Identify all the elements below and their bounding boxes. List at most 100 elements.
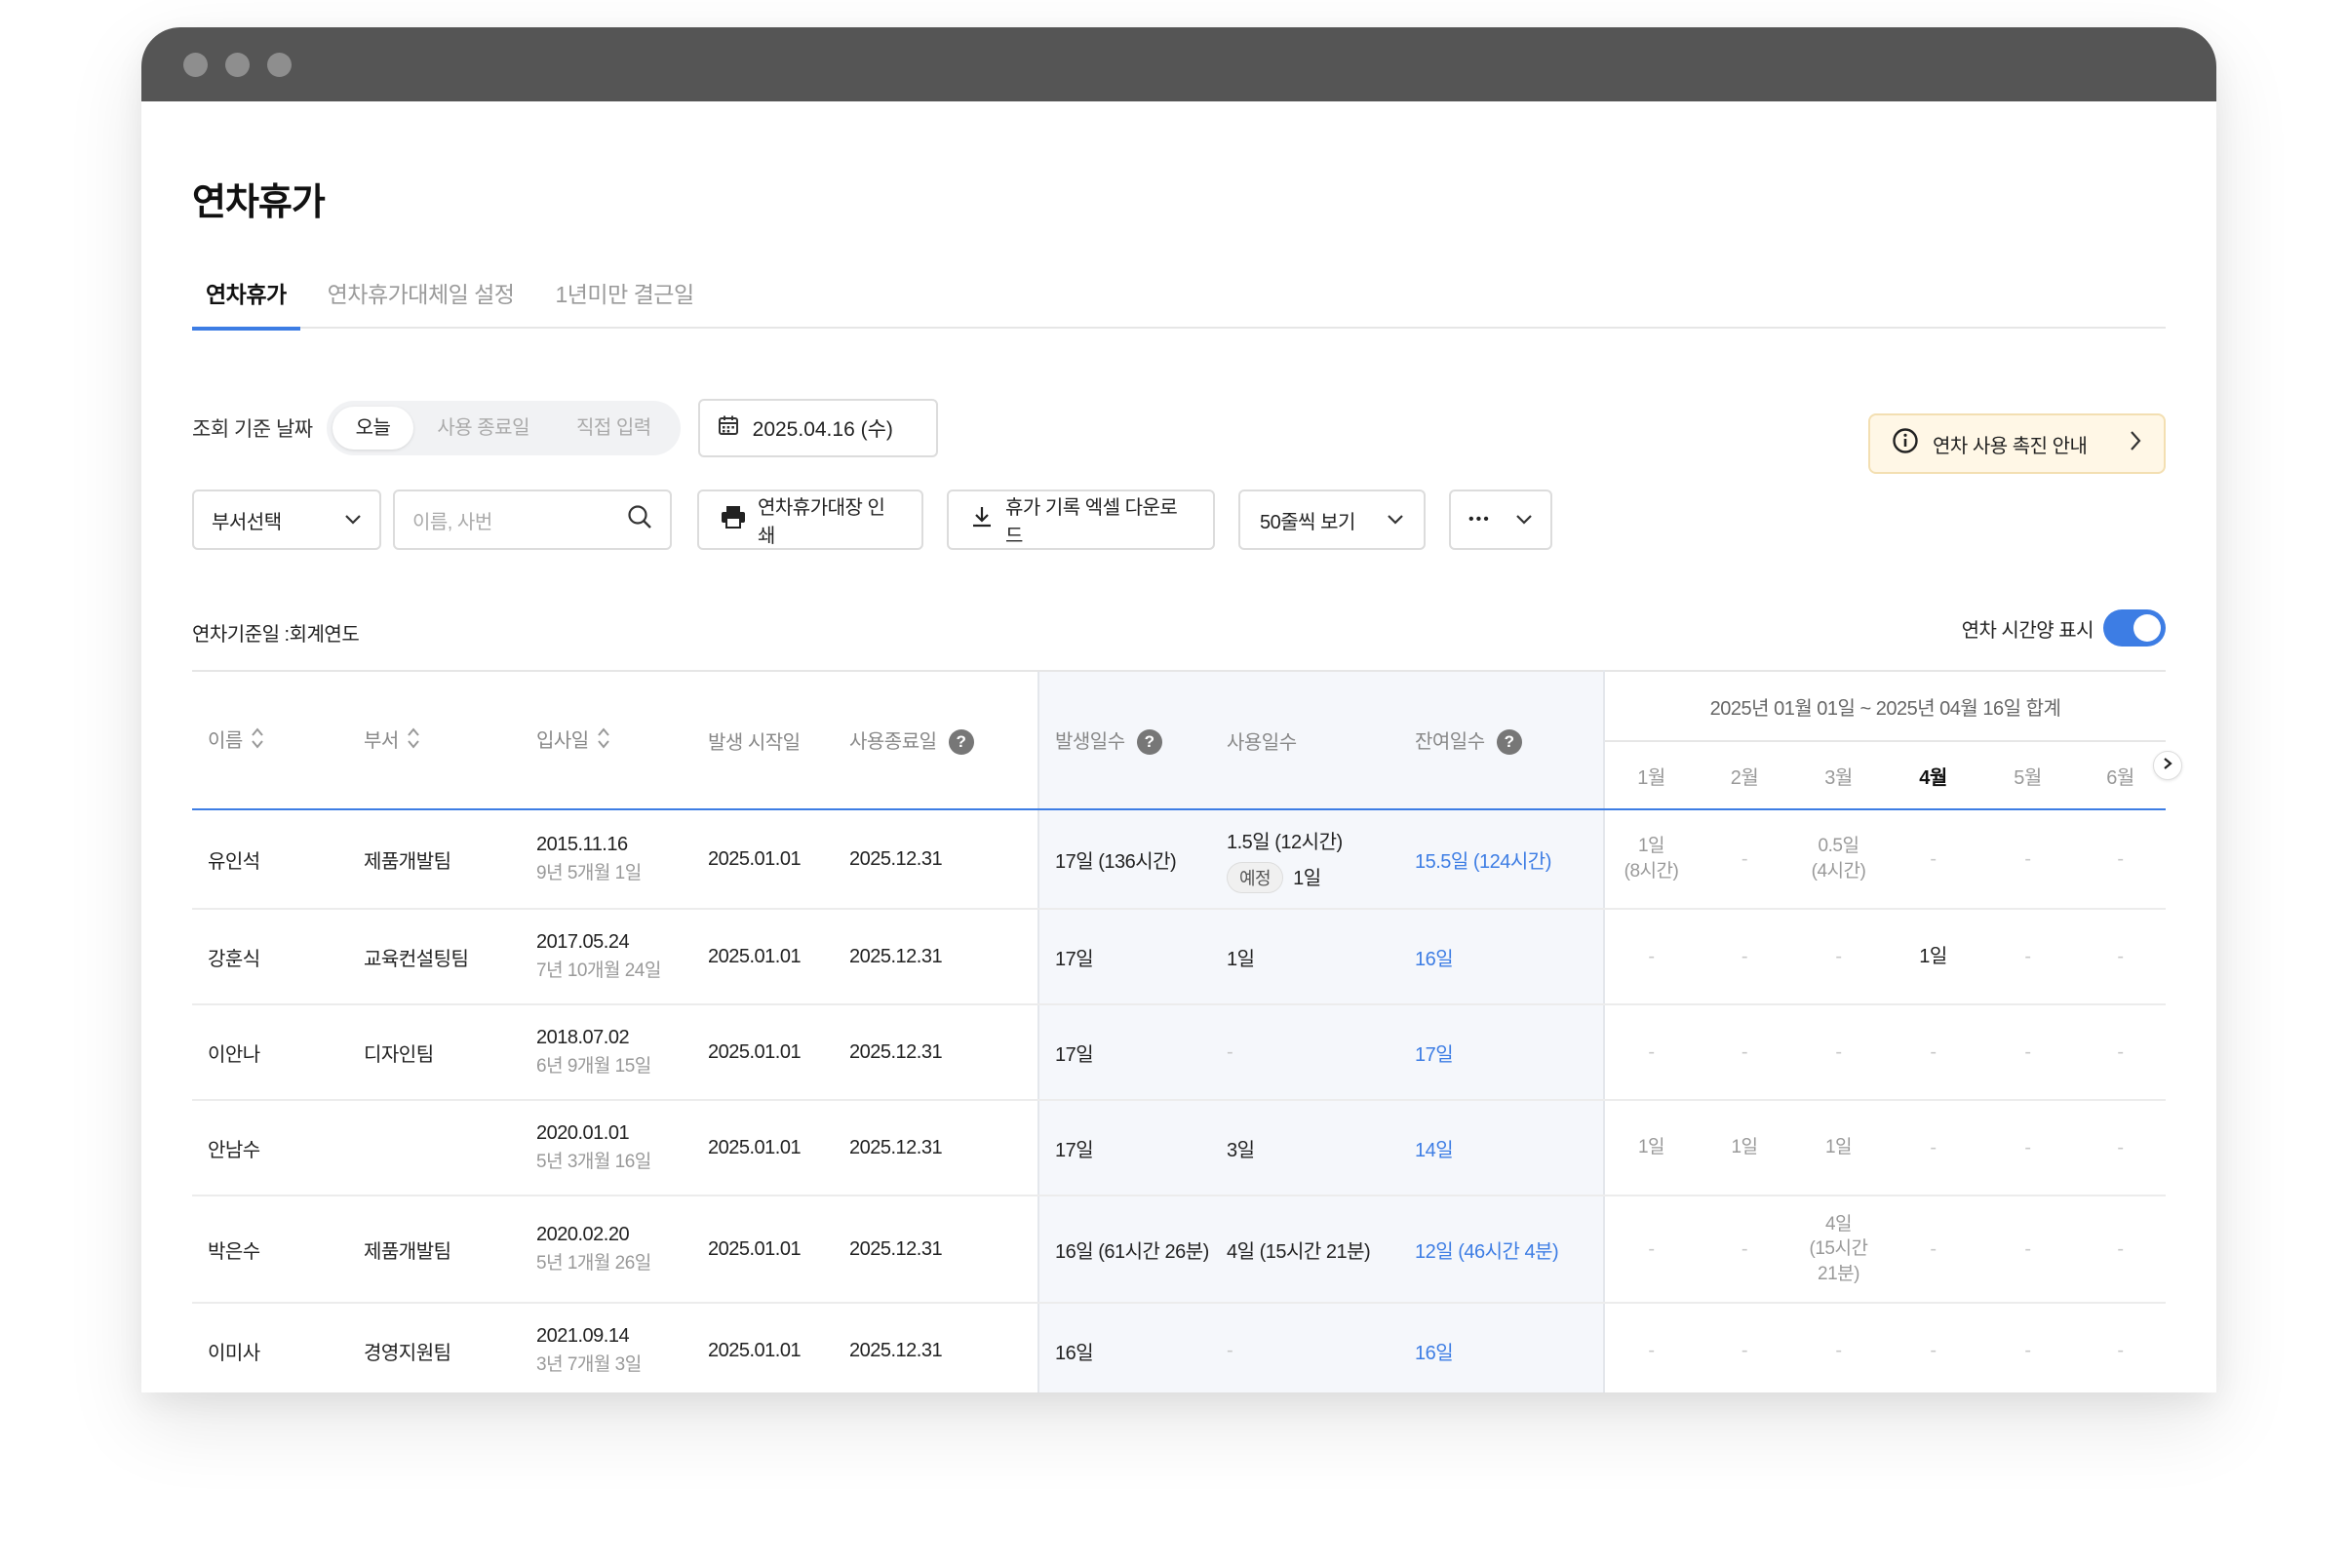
month-value: - [2117,945,2124,967]
hours-toggle-switch[interactable] [2103,609,2166,647]
cell-start-date: 2025.01.01 [708,809,849,910]
cell-month-3: - [1791,1303,1886,1392]
toolbar-row: 부서선택 이름, 사번 연차휴가대장 인쇄 휴가 기록 엑셀 다운로드 50줄씩… [192,490,1552,550]
date-picker[interactable]: 2025.04.16 (수) [697,399,938,457]
table-row[interactable]: 유인석 제품개발팀 2015.11.16 9년 5개월 1일 2025.01.01 202… [192,809,2166,910]
cell-month-5: - [1980,909,2075,1005]
cell-month-1: 1일 [1604,1100,1698,1196]
date-basis-label: 조회 기준 날짜 [192,418,313,441]
help-icon[interactable]: ? [948,729,974,756]
cell-used: - [1227,1004,1415,1101]
page-size-select[interactable]: 50줄씩 보기 [1238,490,1426,550]
cell-name: 강훈식 [192,909,348,1005]
cell-end-date: 2025.12.31 [849,1196,1038,1304]
hire-date: 2017.05.24 [536,931,630,953]
cell-remaining: 16일 [1415,909,1605,1005]
cell-month-5: - [1980,1303,2075,1392]
window-maximize-dot[interactable] [267,52,292,77]
date-basis-row: 조회 기준 날짜 오늘 사용 종료일 직접 입력 2025.04.16 (수) [192,399,938,457]
date-basis-manual[interactable]: 직접 입력 [553,407,675,450]
cell-name: 안남수 [192,1100,348,1196]
cell-month-2: - [1698,1004,1791,1101]
month-value: - [2024,945,2031,967]
cell-used: 1.5일 (12시간) 예정 1일 [1227,809,1415,910]
month-value: - [1741,1339,1748,1361]
cell-hire-date: 2015.11.16 9년 5개월 1일 [536,809,708,910]
date-basis-segmented: 오늘 사용 종료일 직접 입력 [326,401,681,455]
date-value: 2025.04.16 (수) [752,418,893,441]
department-select-value: 부서선택 [212,511,282,533]
col-end-date: 사용종료일? [849,670,1038,810]
cell-month-2: 1일 [1698,1100,1791,1196]
cell-month-1: 1일 (8시간) [1604,809,1698,910]
search-placeholder: 이름, 사번 [412,511,492,533]
cell-month-5: - [1980,1100,2075,1196]
chevron-down-icon [1387,509,1404,531]
sort-icon[interactable] [251,726,264,756]
app-window: 연차휴가 연차휴가 연차휴가대체일 설정 1년미만 결근일 조회 기준 날짜 오… [141,27,2216,1392]
cell-month-4: - [1886,1004,1980,1101]
cell-month-6: - [2075,1303,2166,1392]
chevron-right-icon [2129,429,2142,458]
department-select[interactable]: 부서선택 [192,490,381,550]
col-month-3: 3월 [1791,741,1886,810]
hire-date: 2020.01.01 [536,1122,630,1144]
cell-dept: 교육컨설팅팀 [348,909,536,1005]
cell-month-6: - [2075,1100,2166,1196]
next-months-button[interactable] [2153,751,2182,780]
cell-end-date: 2025.12.31 [849,1100,1038,1196]
col-month-6: 6월 [2075,741,2166,810]
page-title: 연차휴가 [192,182,326,223]
tab-under-one-year-absence[interactable]: 1년미만 결근일 [541,272,707,329]
month-value: - [1648,1040,1655,1063]
more-options-button[interactable]: ••• [1449,490,1552,550]
cell-start-date: 2025.01.01 [708,1100,849,1196]
tenure: 7년 10개월 24일 [536,960,661,981]
col-month-5: 5월 [1980,741,2075,810]
table-row[interactable]: 안남수 2020.01.01 5년 3개월 16일 2025.01.01 2025.12… [192,1100,2166,1196]
month-value: - [1741,945,1748,967]
search-input[interactable]: 이름, 사번 [393,490,672,550]
table-row[interactable]: 박은수 제품개발팀 2020.02.20 5년 1개월 26일 2025.01.01 20… [192,1196,2166,1304]
table-row[interactable]: 이미사 경영지원팀 2021.09.14 3년 7개월 3일 2025.01.01 202… [192,1303,2166,1392]
month-value: - [2117,1136,2124,1158]
col-month-4: 4월 [1886,741,1980,810]
print-ledger-button[interactable]: 연차휴가대장 인쇄 [697,490,923,550]
date-basis-today[interactable]: 오늘 [332,407,414,450]
help-icon[interactable]: ? [1496,729,1522,756]
used-days: 3일 [1227,1139,1255,1161]
col-dept[interactable]: 부서 [348,670,536,810]
month-value: - [1741,1237,1748,1260]
sort-icon[interactable] [597,726,610,756]
excel-download-button[interactable]: 휴가 기록 엑셀 다운로드 [947,490,1215,550]
cell-hire-date: 2018.07.02 6년 9개월 15일 [536,1004,708,1101]
tab-annual-leave[interactable]: 연차휴가 [192,272,300,331]
used-days: 1일 [1227,948,1255,970]
cell-granted: 17일 [1037,1004,1227,1101]
tab-substitute-day-settings[interactable]: 연차휴가대체일 설정 [314,272,528,329]
table-row[interactable]: 이안나 디자인팀 2018.07.02 6년 9개월 15일 2025.01.01 202… [192,1004,2166,1101]
leave-promotion-notice-button[interactable]: 연차 사용 촉진 안내 [1868,413,2166,474]
help-icon[interactable]: ? [1136,729,1162,756]
col-name[interactable]: 이름 [192,670,348,810]
search-icon[interactable] [627,504,652,535]
window-close-dot[interactable] [183,52,208,77]
date-basis-end-date[interactable]: 사용 종료일 [413,407,553,450]
cell-month-4: - [1886,1196,1980,1304]
download-button-label: 휴가 기록 엑셀 다운로드 [1005,497,1178,547]
cell-month-2: - [1698,1303,1791,1392]
month-value: - [2024,1136,2031,1158]
cell-dept: 디자인팀 [348,1004,536,1101]
cell-end-date: 2025.12.31 [849,909,1038,1005]
table-row[interactable]: 강훈식 교육컨설팅팀 2017.05.24 7년 10개월 24일 2025.01.01… [192,909,2166,1005]
cell-month-4: - [1886,1303,1980,1392]
window-minimize-dot[interactable] [225,52,250,77]
download-icon [970,505,994,534]
sort-icon[interactable] [407,726,420,756]
summary-period-header: 2025년 01월 01일 ~ 2025년 04월 16일 합계 [1604,670,2166,742]
cell-used: 3일 [1227,1100,1415,1196]
cell-month-5: - [1980,1196,2075,1304]
col-hire-date[interactable]: 입사일 [536,670,708,810]
table-body: 유인석 제품개발팀 2015.11.16 9년 5개월 1일 2025.01.01 202… [192,809,2166,1392]
month-value: 1일 [1637,1137,1665,1158]
